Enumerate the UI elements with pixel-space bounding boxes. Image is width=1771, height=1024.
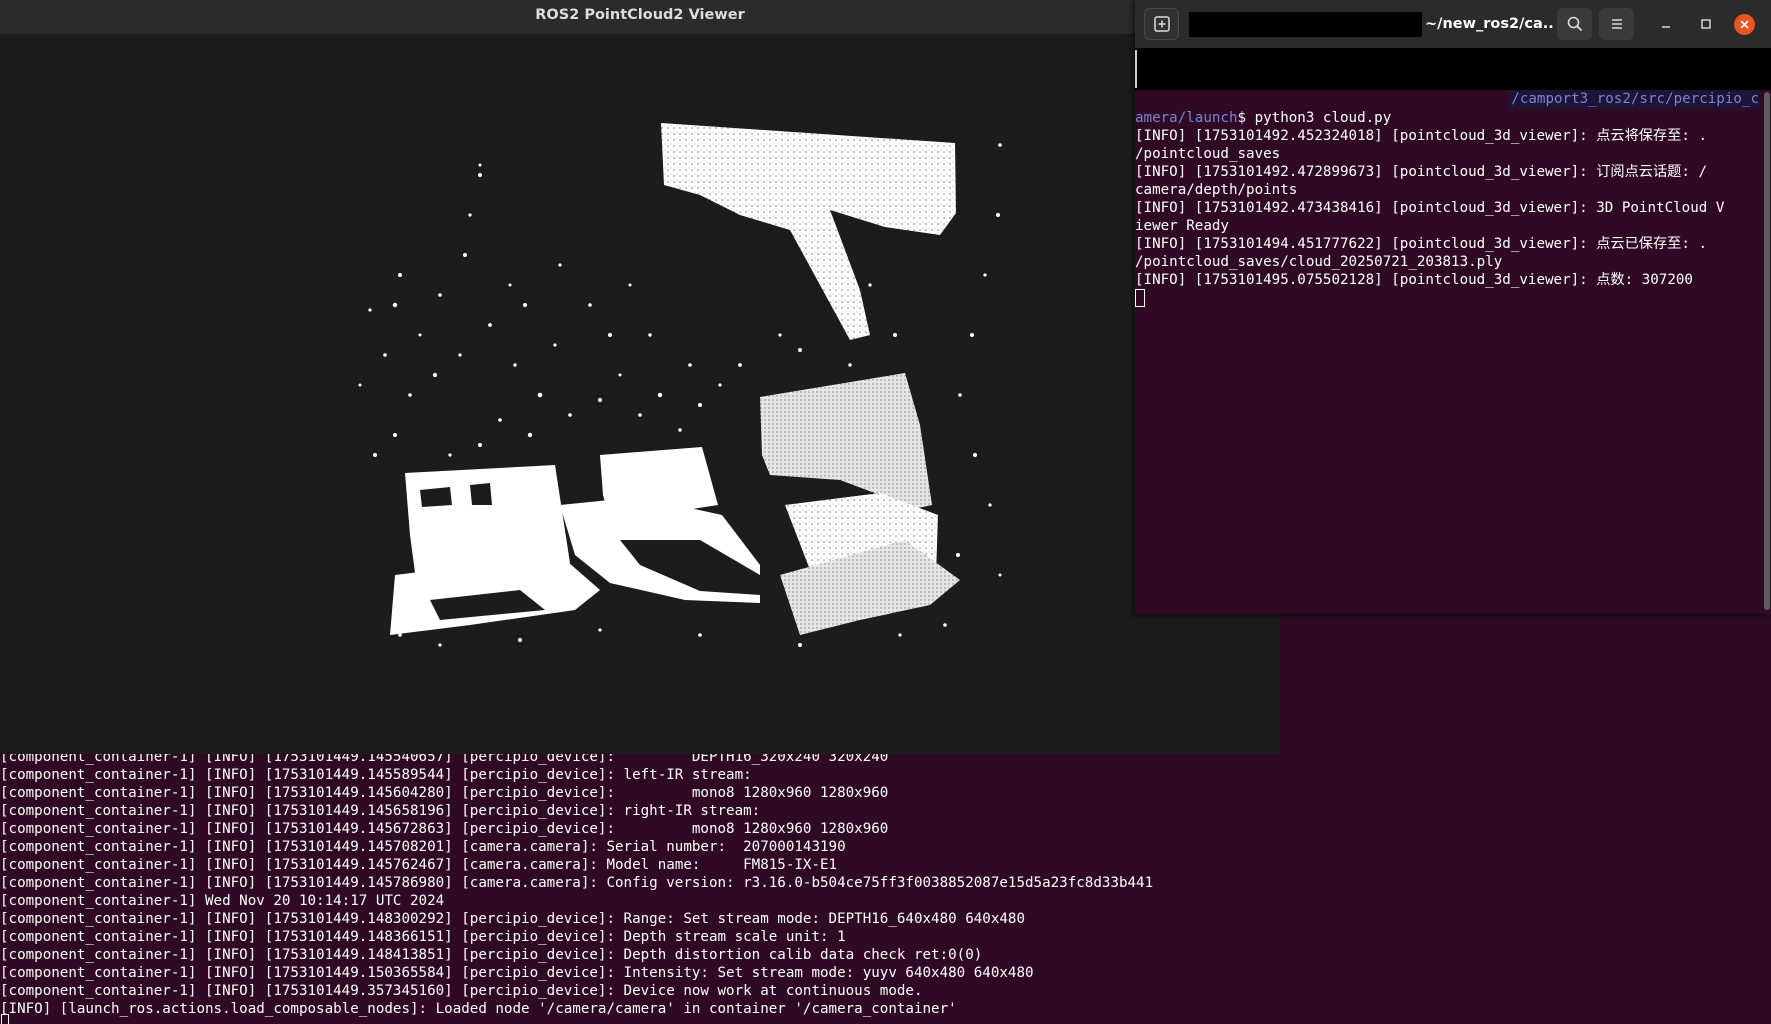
terminal-scrollbar[interactable] <box>1764 92 1770 610</box>
terminal-line: iewer Ready <box>1135 218 1229 234</box>
background-log-line: [component_container-1] [INFO] [17531014… <box>0 875 1154 891</box>
prompt-symbol: $ <box>1237 110 1255 126</box>
close-button[interactable] <box>1730 10 1758 38</box>
menu-button[interactable] <box>1599 8 1634 40</box>
terminal-line: [INFO] [1753101495.075502128] [pointclou… <box>1135 272 1693 288</box>
terminal-caret <box>1135 50 1137 88</box>
terminal-headerbar[interactable]: ~/new_ros2/ca... <box>1135 0 1771 48</box>
maximize-button[interactable] <box>1692 10 1720 38</box>
viewer-title: ROS2 PointCloud2 Viewer <box>535 7 745 23</box>
background-log-line: [component_container-1] [INFO] [17531014… <box>0 767 752 783</box>
terminal-line: /pointcloud_saves <box>1135 146 1281 162</box>
pointcloud-viewer-window[interactable]: ROS2 PointCloud2 Viewer <box>0 0 1280 754</box>
terminal-line: [INFO] [1753101494.451777622] [pointclou… <box>1135 236 1707 252</box>
terminal-line: [INFO] [1753101492.473438416] [pointclou… <box>1135 200 1725 216</box>
new-tab-icon <box>1153 16 1170 32</box>
close-icon <box>1733 13 1755 35</box>
background-terminal[interactable]: [component_container-1] [INFO] [17531014… <box>0 748 1771 1024</box>
cursor-line <box>1135 289 1759 307</box>
background-log-line: [component_container-1] [INFO] [17531014… <box>0 947 983 963</box>
terminal-line: [INFO] [1753101492.472899673] [pointclou… <box>1135 164 1707 180</box>
background-log-line: [component_container-1] [INFO] [17531014… <box>0 839 846 855</box>
search-button[interactable] <box>1557 8 1592 40</box>
background-log-line: [component_container-1] [INFO] [17531014… <box>0 821 889 837</box>
pointcloud-canvas[interactable] <box>0 35 1280 754</box>
pointcloud-wall-upper <box>661 123 956 340</box>
viewer-titlebar[interactable]: ROS2 PointCloud2 Viewer <box>0 0 1280 35</box>
background-log-line: [component_container-1] [INFO] [17531014… <box>0 857 838 873</box>
background-log-line: [component_container-1] [INFO] [17531014… <box>0 983 923 999</box>
hamburger-menu-icon <box>1611 19 1622 29</box>
terminal-title: ~/new_ros2/ca... <box>1425 16 1555 32</box>
terminal-cursor <box>1135 289 1145 307</box>
new-tab-button[interactable] <box>1144 8 1179 40</box>
pointcloud-block-right <box>760 373 932 510</box>
terminal-path-line: /camport3_ros2/src/percipio_c <box>1135 90 1771 110</box>
background-terminal-cursor <box>1 1014 9 1024</box>
background-log-line: [component_container-1] [INFO] [17531014… <box>0 965 1034 981</box>
terminal-redacted-band <box>1135 48 1771 90</box>
background-log-line: [component_container-1] [INFO] [17531014… <box>0 803 761 819</box>
background-log-line: [component_container-1] [INFO] [17531014… <box>0 785 889 801</box>
prompt-line: amera/launch$ python3 cloud.py <box>1135 109 1759 127</box>
prompt-path-tail: /camport3_ros2/src/percipio_c <box>1509 90 1759 109</box>
minimize-icon <box>1662 26 1670 28</box>
background-log-line: [component_container-1] Wed Nov 20 10:14… <box>0 893 445 909</box>
terminal-window[interactable]: ~/new_ros2/ca... /camport3_ros2/src/perc… <box>1135 0 1771 614</box>
background-log-line: [INFO] [launch_ros.actions.load_composab… <box>0 1001 957 1017</box>
prompt-path: amera/launch <box>1135 110 1238 126</box>
maximize-icon <box>1701 19 1711 29</box>
minimize-button[interactable] <box>1652 10 1680 38</box>
terminal-output[interactable]: amera/launch$ python3 cloud.py [INFO] [1… <box>1135 109 1759 307</box>
background-terminal-log: [component_container-1] [INFO] [17531014… <box>0 748 1771 1018</box>
pointcloud-render <box>358 123 1002 647</box>
redacted-title-block <box>1189 12 1422 37</box>
prompt-command: python3 cloud.py <box>1254 110 1392 126</box>
search-icon <box>1567 16 1582 32</box>
terminal-line: /pointcloud_saves/cloud_20250721_203813.… <box>1135 254 1503 270</box>
background-log-line: [component_container-1] [INFO] [17531014… <box>0 911 1025 927</box>
terminal-line: camera/depth/points <box>1135 182 1298 198</box>
terminal-line: [INFO] [1753101492.452324018] [pointclou… <box>1135 128 1707 144</box>
background-log-line: [component_container-1] [INFO] [17531014… <box>0 929 846 945</box>
